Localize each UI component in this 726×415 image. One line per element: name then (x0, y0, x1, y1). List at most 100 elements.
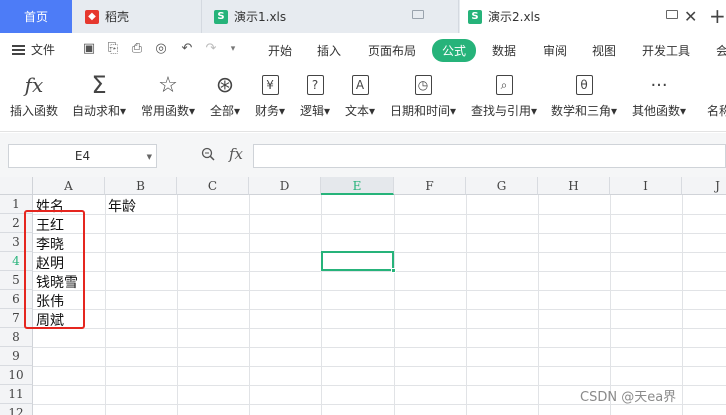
gridline (33, 309, 726, 310)
menu-tab-insert[interactable]: 插入 (317, 42, 341, 59)
menu-tab-page-layout[interactable]: 页面布局 (368, 42, 416, 59)
print-preview-icon[interactable]: ◎ (154, 42, 168, 56)
sigma-icon: Σ (91, 71, 107, 99)
date-time-button[interactable]: ◷ 日期和时间▾ (390, 70, 456, 119)
tab-file-1[interactable]: S 演示1.xls (201, 0, 459, 33)
column-header-h[interactable]: H (538, 177, 610, 195)
screen-icon[interactable] (666, 10, 678, 19)
active-cell-e4[interactable] (321, 251, 394, 271)
name-box[interactable]: E4 ▼ (8, 144, 157, 168)
row-header-11[interactable]: 11 (0, 385, 33, 404)
spreadsheet-icon: S (214, 9, 228, 24)
gridline (33, 233, 726, 234)
gridline (33, 271, 726, 272)
menu-tab-review[interactable]: 审阅 (543, 42, 567, 59)
save-icon[interactable]: ▣ (82, 42, 96, 56)
common-functions-button[interactable]: ☆ 常用函数▾ (141, 70, 195, 119)
spreadsheet-icon: S (468, 9, 482, 24)
gridline (394, 195, 395, 415)
daoke-logo-icon: ◆ (85, 9, 99, 24)
question-icon: ? (306, 75, 324, 95)
tab-home[interactable]: 首页 (0, 0, 72, 33)
math-trig-button[interactable]: θ 数学和三角▾ (551, 70, 617, 119)
name-box-value: E4 (74, 149, 91, 163)
tab-file-1-label: 演示1.xls (234, 10, 287, 24)
export-pdf-icon[interactable]: ⎘ (106, 42, 120, 56)
formula-bar: E4 ▼ fx (0, 133, 726, 177)
column-header-g[interactable]: G (466, 177, 538, 195)
file-menu-label: 文件 (31, 43, 56, 57)
menu-tab-member[interactable]: 会 (716, 42, 726, 59)
row-header-10[interactable]: 10 (0, 366, 33, 385)
other-functions-button[interactable]: ··· 其他函数▾ (632, 70, 686, 119)
zoom-icon[interactable] (201, 147, 215, 161)
tab-home-label: 首页 (23, 10, 48, 24)
row-header-12[interactable]: 12 (0, 404, 33, 415)
row-header-8[interactable]: 8 (0, 328, 33, 347)
column-header-f[interactable]: F (394, 177, 466, 195)
magnifier-icon: ⌕ (495, 75, 513, 95)
quick-access-dropdown-icon[interactable]: ▾ (226, 42, 240, 56)
column-header-b[interactable]: B (105, 177, 177, 195)
spreadsheet-grid[interactable]: A B C D E F G H I J 1 2 3 4 5 6 7 8 9 10… (0, 177, 726, 415)
new-tab-plus-icon[interactable]: + (709, 4, 726, 28)
column-header-i[interactable]: I (610, 177, 682, 195)
menu-tab-start[interactable]: 开始 (268, 42, 292, 59)
row-header-9[interactable]: 9 (0, 347, 33, 366)
tab-bar: 首页 ◆ 稻壳 S 演示1.xls S 演示2.xls ✕ + (0, 0, 726, 33)
undo-icon[interactable]: ↶ (180, 42, 194, 56)
close-icon[interactable]: ✕ (684, 7, 697, 26)
gridline (682, 195, 683, 415)
gridline (33, 328, 726, 329)
tab-file-2-label: 演示2.xls (488, 10, 541, 24)
tab-daoke[interactable]: ◆ 稻壳 (73, 0, 201, 33)
name-manager-button[interactable]: 名称 (707, 70, 726, 119)
column-header-c[interactable]: C (177, 177, 249, 195)
column-header-d[interactable]: D (249, 177, 321, 195)
watermark: CSDN @天ea界 (580, 390, 677, 405)
gridline (33, 214, 726, 215)
menu-tab-developer[interactable]: 开发工具 (642, 42, 690, 59)
autosum-button[interactable]: Σ 自动求和▾ (72, 70, 126, 119)
tab-file-2[interactable]: S 演示2.xls ✕ + (460, 0, 726, 33)
all-functions-button[interactable]: ⊛ 全部▾ (210, 70, 240, 119)
fx-icon: fx (24, 73, 44, 97)
file-menu[interactable]: 文件 (12, 41, 55, 58)
more-dots-icon: ··· (650, 74, 668, 96)
column-header-a[interactable]: A (33, 177, 105, 195)
highlight-box (24, 210, 85, 329)
text-a-icon: A (351, 75, 369, 95)
column-header-e[interactable]: E (321, 177, 394, 195)
chevron-down-icon[interactable]: ▼ (147, 153, 152, 161)
menu-bar: 文件 ▣ ⎘ ⎙ ◎ ↶ ↷ ▾ 开始 插入 页面布局 公式 数据 审阅 视图 … (0, 33, 726, 66)
insert-function-button[interactable]: fx 插入函数 (10, 70, 58, 119)
screen-icon[interactable] (412, 10, 424, 19)
clock-icon: ◷ (414, 75, 432, 95)
gridline (33, 347, 726, 348)
financial-button[interactable]: ¥ 财务▾ (255, 70, 285, 119)
gridline (321, 195, 322, 415)
print-icon[interactable]: ⎙ (130, 42, 144, 56)
formula-ribbon: fx 插入函数 Σ 自动求和▾ ☆ 常用函数▾ ⊛ 全部▾ ¥ 财务▾ ? 逻辑… (0, 66, 726, 132)
lookup-reference-button[interactable]: ⌕ 查找与引用▾ (471, 70, 537, 119)
formula-input[interactable] (253, 144, 726, 168)
redo-icon[interactable]: ↷ (204, 42, 218, 56)
gridline (466, 195, 467, 415)
menu-tab-formula[interactable]: 公式 (432, 39, 477, 62)
menu-tab-view[interactable]: 视图 (592, 42, 616, 59)
asterisk-icon: ⊛ (215, 72, 235, 98)
logical-button[interactable]: ? 逻辑▾ (300, 70, 330, 119)
select-all-corner[interactable] (0, 177, 33, 195)
gridline (610, 195, 611, 415)
hamburger-icon (12, 44, 25, 55)
gridline (33, 290, 726, 291)
cell-b1[interactable]: 年龄 (108, 196, 136, 216)
theta-icon: θ (575, 75, 593, 95)
text-functions-button[interactable]: A 文本▾ (345, 70, 375, 119)
column-header-j[interactable]: J (682, 177, 726, 195)
tab-daoke-label: 稻壳 (105, 10, 130, 24)
fill-handle[interactable] (391, 268, 396, 273)
fx-icon[interactable]: fx (229, 145, 243, 163)
gridline (177, 195, 178, 415)
menu-tab-data[interactable]: 数据 (492, 42, 516, 59)
